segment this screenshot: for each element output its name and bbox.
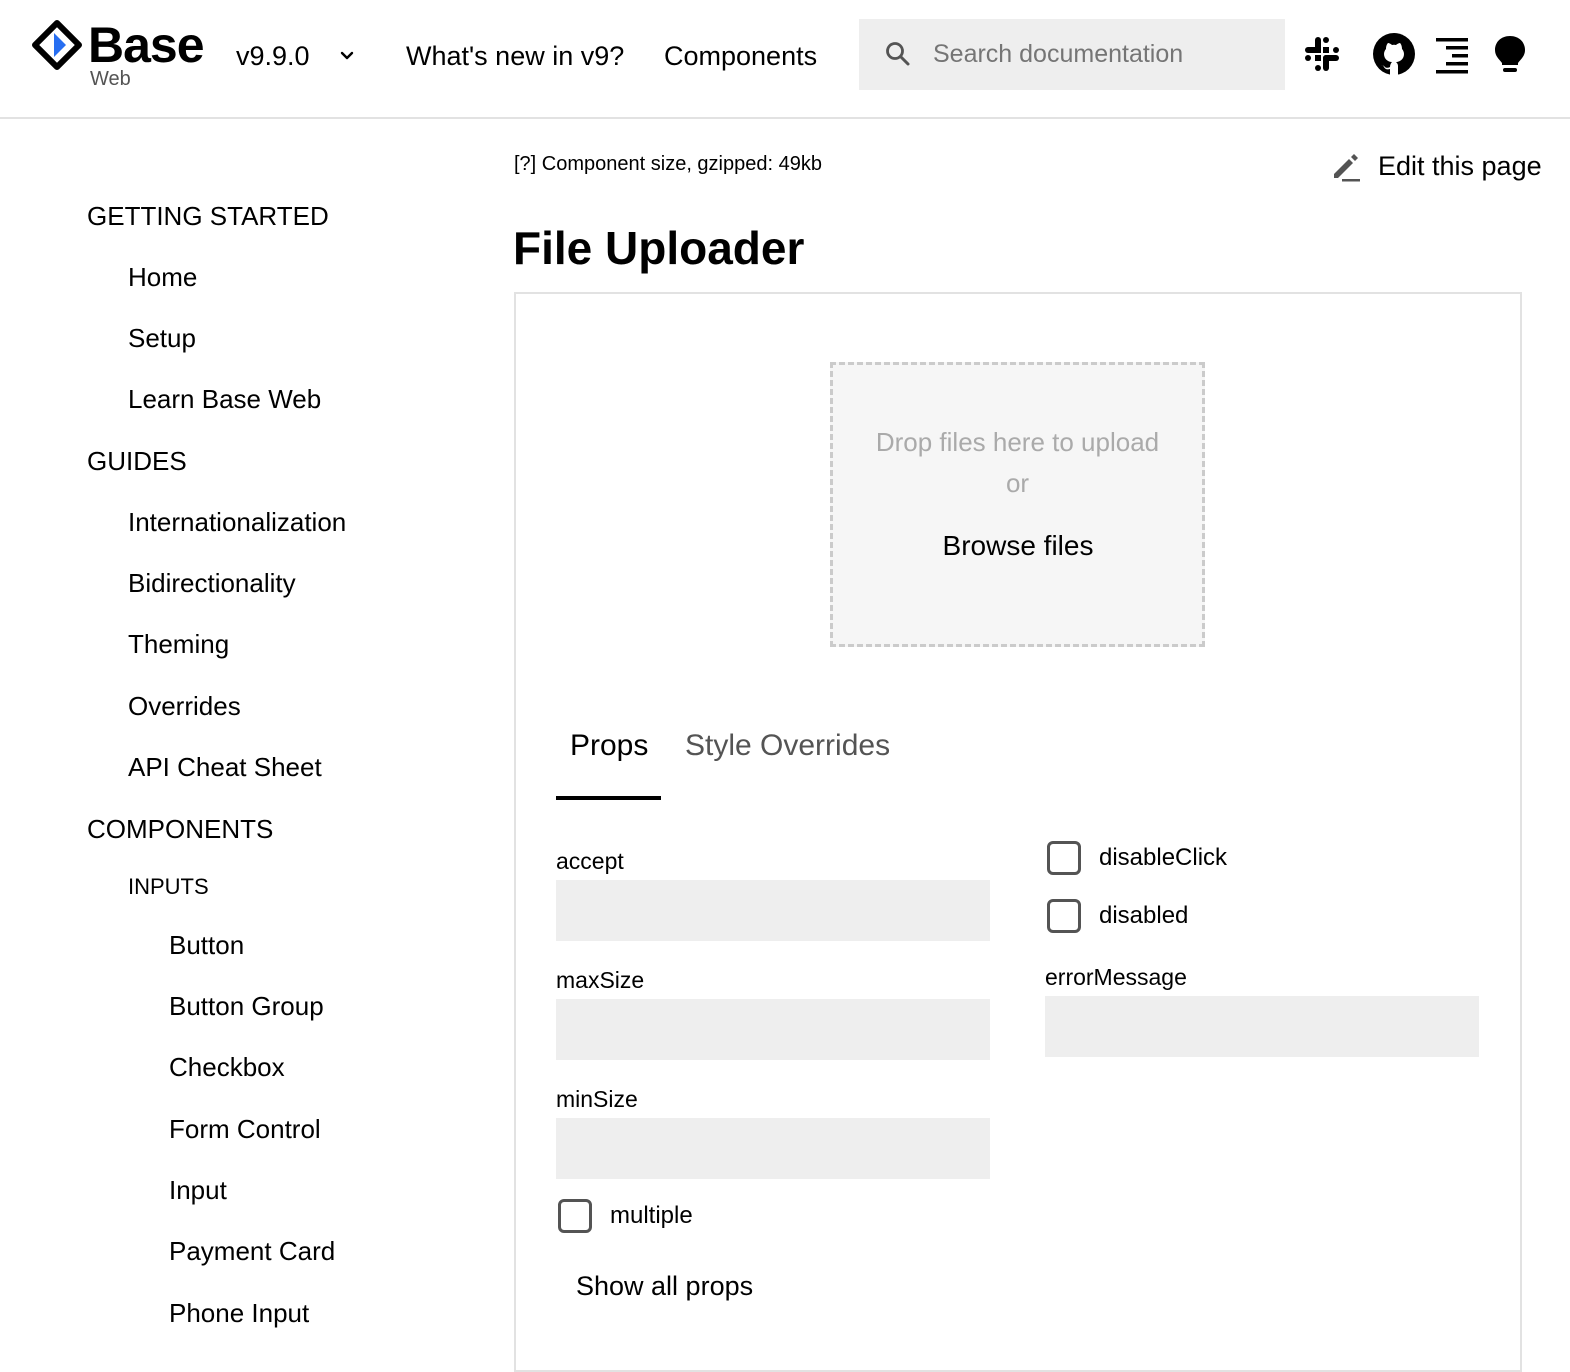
sidebar-item-input[interactable]: Input (169, 1174, 227, 1206)
file-dropzone[interactable]: Drop files here to upload or (830, 362, 1205, 647)
logo-diamond-icon (32, 20, 82, 70)
sidebar-section-guides: GUIDES (87, 446, 187, 476)
dropzone-or: or (1005, 468, 1030, 498)
disabled-checkbox[interactable]: disabled (1047, 899, 1188, 933)
maxsize-input[interactable] (556, 999, 990, 1060)
top-header: Base Web v9.9.0 What's new in v9? Compon… (0, 0, 1570, 119)
browse-files-button[interactable]: Browse files (920, 522, 1116, 570)
disabled-checkbox-label: disabled (1099, 902, 1189, 929)
sidebar-item-setup[interactable]: Setup (128, 322, 196, 354)
sidebar-item-payment-card[interactable]: Payment Card (169, 1235, 335, 1267)
sidebar-nav: GETTING STARTED Home Setup Learn Base We… (0, 121, 470, 1350)
github-icon[interactable] (1372, 32, 1416, 76)
slack-icon[interactable] (1300, 32, 1344, 76)
nav-whats-new[interactable]: What's new in v9? (406, 36, 624, 76)
logo-name: Base (88, 17, 205, 73)
search-box (859, 19, 1285, 90)
pencil-icon (1334, 154, 1360, 182)
sidebar-item-bidirectionality[interactable]: Bidirectionality (128, 567, 296, 599)
nav-components[interactable]: Components (664, 36, 817, 76)
sidebar-item-home[interactable]: Home (128, 261, 197, 293)
multiple-checkbox-box[interactable] (558, 1199, 592, 1233)
sidebar-item-overrides[interactable]: Overrides (128, 690, 241, 722)
active-tab-indicator (556, 796, 661, 800)
tab-style-overrides[interactable]: Style Overrides (685, 726, 890, 766)
disableclick-checkbox-box[interactable] (1047, 841, 1081, 875)
sidebar-item-form-control[interactable]: Form Control (169, 1113, 321, 1145)
sidebar-item-checkbox[interactable]: Checkbox (169, 1051, 285, 1083)
sidebar-item-learn-base-web[interactable]: Learn Base Web (128, 383, 321, 415)
dropzone-prompt: Drop files here to upload (875, 427, 1160, 457)
chevron-down-icon (340, 51, 353, 60)
component-size-note[interactable]: [?] Component size, gzipped: 49kb (514, 153, 822, 176)
sidebar-item-internationalization[interactable]: Internationalization (128, 506, 346, 538)
edit-page-link[interactable]: Edit this page (1330, 146, 1542, 186)
show-all-props-button[interactable]: Show all props (564, 1264, 765, 1308)
sidebar-item-theming[interactable]: Theming (128, 628, 229, 660)
disableclick-checkbox-label: disableClick (1099, 844, 1228, 871)
logo-subtitle: Web (90, 68, 131, 90)
sidebar-subsection-inputs: INPUTS (128, 874, 209, 899)
page-title: File Uploader (513, 222, 805, 274)
errormessage-input[interactable] (1045, 996, 1479, 1057)
sidebar-item-button[interactable]: Button (169, 929, 244, 961)
version-label: v9.9.0 (236, 40, 310, 71)
disableclick-checkbox[interactable]: disableClick (1047, 841, 1227, 875)
sidebar-item-button-group[interactable]: Button Group (169, 990, 324, 1022)
sidebar-section-components: COMPONENTS (87, 814, 274, 844)
base-web-logo[interactable]: Base Web (32, 17, 205, 90)
theme-bulb-icon[interactable] (1488, 32, 1532, 76)
minsize-label: minSize (556, 1086, 638, 1112)
tab-props[interactable]: Props (570, 726, 648, 766)
version-select[interactable]: v9.9.0 (236, 36, 354, 76)
accept-input[interactable] (556, 880, 990, 941)
table-of-contents-icon[interactable] (1430, 32, 1474, 76)
multiple-checkbox[interactable]: multiple (558, 1199, 693, 1233)
search-icon (886, 42, 910, 66)
maxsize-label: maxSize (556, 967, 645, 993)
sidebar-section-getting-started: GETTING STARTED (87, 201, 329, 231)
sidebar-item-api-cheat-sheet[interactable]: API Cheat Sheet (128, 751, 322, 783)
edit-page-label: Edit this page (1378, 150, 1542, 181)
multiple-checkbox-label: multiple (610, 1202, 693, 1229)
search-input[interactable] (933, 19, 1273, 90)
accept-label: accept (556, 848, 624, 874)
sidebar-item-phone-input[interactable]: Phone Input (169, 1297, 309, 1329)
minsize-input[interactable] (556, 1118, 990, 1179)
disabled-checkbox-box[interactable] (1047, 899, 1081, 933)
errormessage-label: errorMessage (1045, 964, 1187, 990)
